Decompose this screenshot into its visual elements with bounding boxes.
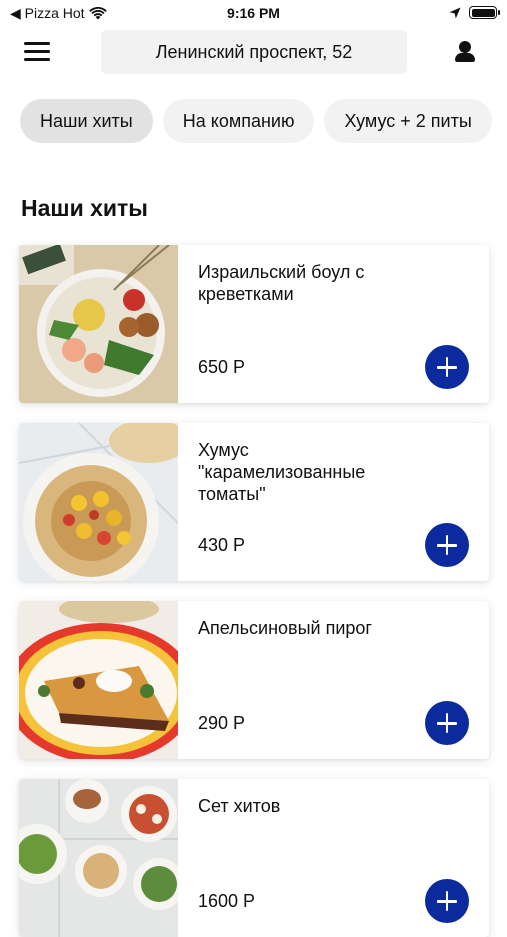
location-arrow-icon — [449, 7, 461, 18]
product-photo-orange-pie — [19, 601, 178, 759]
top-bar: Ленинский проспект, 52 — [0, 30, 507, 76]
category-chip-hits[interactable]: Наши хиты — [20, 99, 153, 143]
status-right — [449, 6, 500, 19]
product-name: Сет хитов — [198, 796, 281, 816]
product-photo-set — [19, 779, 178, 937]
product-price: 430 Р — [198, 535, 246, 555]
status-time: 9:16 PM — [227, 5, 280, 21]
product-card[interactable]: Израильский боул с креветками 650 Р — [19, 245, 489, 403]
add-to-cart-plus-icon[interactable] — [425, 345, 469, 389]
add-to-cart-plus-icon[interactable] — [425, 701, 469, 745]
product-photo-bowl — [19, 245, 178, 403]
profile-icon[interactable] — [452, 40, 478, 66]
category-tabs: Наши хиты На компанию Хумус + 2 питы — [20, 99, 492, 143]
product-price: 1600 Р — [198, 891, 256, 911]
product-photo-hummus — [19, 423, 178, 581]
status-bar: ◀ Pizza Hot 9:16 PM — [0, 0, 507, 28]
add-to-cart-plus-icon[interactable] — [425, 523, 469, 567]
product-card[interactable]: Сет хитов 1600 Р — [19, 779, 489, 937]
product-card[interactable]: Хумус "карамелизованные томаты" 430 Р — [19, 423, 489, 581]
product-price: 290 Р — [198, 713, 246, 733]
delivery-address-button[interactable]: Ленинский проспект, 52 — [101, 30, 407, 74]
product-name: Апельсиновый пирог — [198, 618, 372, 638]
hamburger-menu-icon[interactable] — [24, 42, 50, 62]
battery-icon — [469, 6, 500, 19]
category-chip-company[interactable]: На компанию — [162, 99, 315, 143]
product-name: Израильский боул с креветками — [198, 262, 365, 304]
product-price: 650 Р — [198, 357, 246, 377]
section-title: Наши хиты — [21, 195, 148, 221]
product-name: Хумус "карамелизованные томаты" — [198, 440, 366, 504]
product-card[interactable]: Апельсиновый пирог 290 Р — [19, 601, 489, 759]
add-to-cart-plus-icon[interactable] — [425, 879, 469, 923]
category-chip-hummus[interactable]: Хумус + 2 питы — [324, 99, 492, 143]
